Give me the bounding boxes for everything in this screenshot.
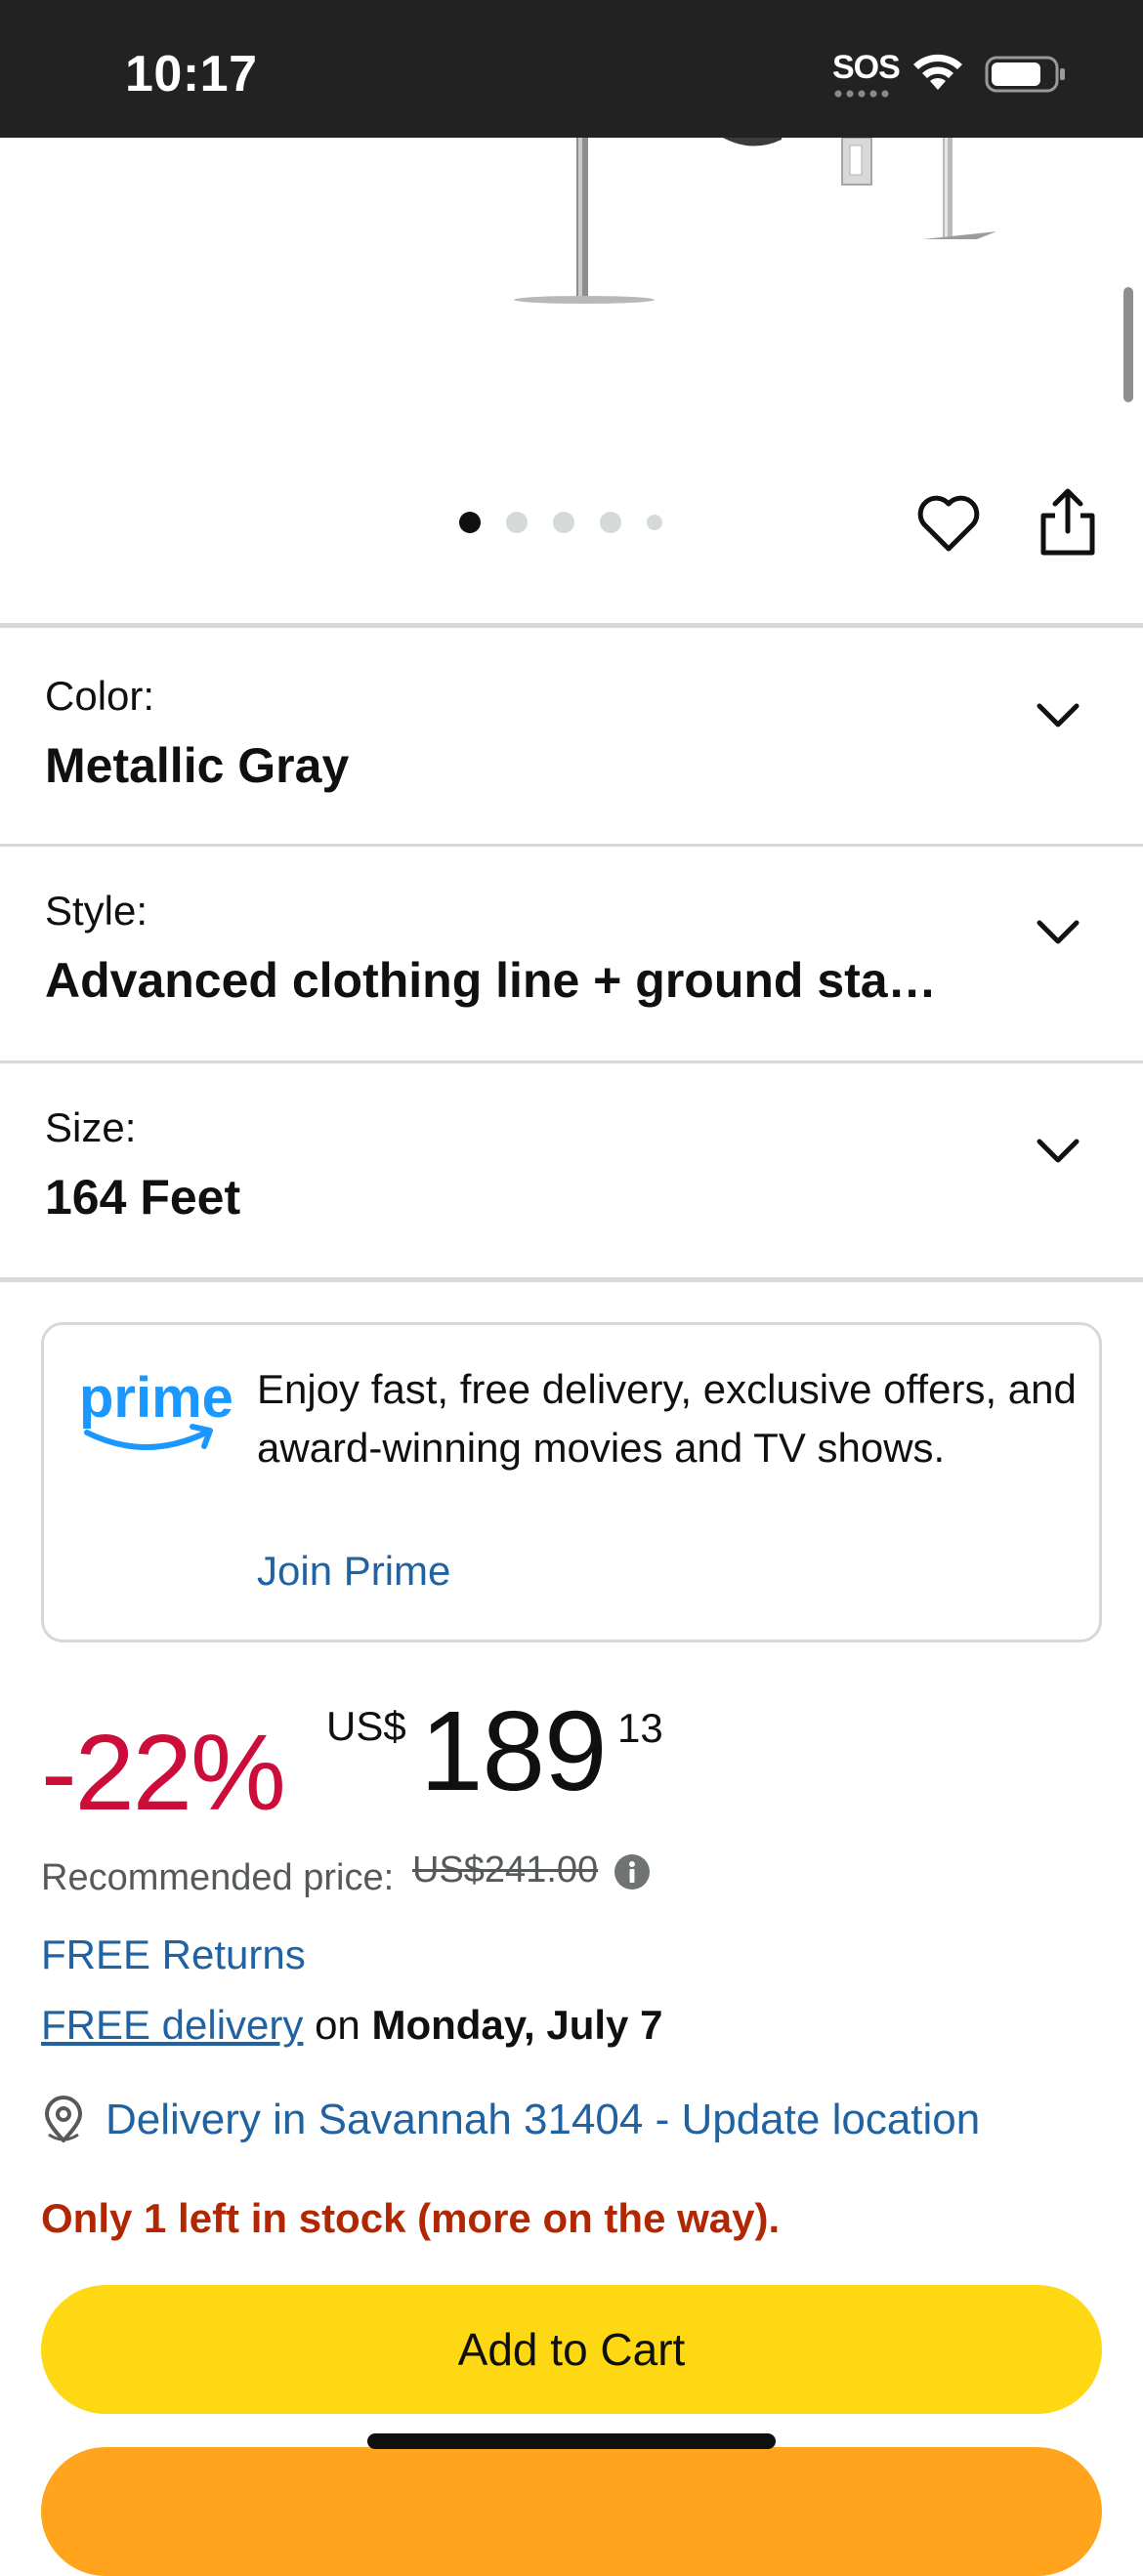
image-carousel-dots[interactable] [459,508,662,537]
carousel-dot[interactable] [647,515,662,530]
style-value: Advanced clothing line + ground sta… [45,953,937,1008]
color-label: Color: [45,673,155,719]
size-selector[interactable]: Size: 164 Feet [0,1063,1143,1278]
carousel-dot[interactable] [600,512,621,533]
carousel-dot[interactable] [553,512,574,533]
delivery-info: FREE delivery on Monday, July 7 [41,2002,662,2049]
prime-logo-text: prime [79,1366,233,1430]
discount-percentage: -22% [41,1713,286,1833]
status-time: 10:17 [125,46,258,103]
stock-status: Only 1 left in stock (more on the way). [41,2195,781,2241]
delivery-location-link[interactable]: Delivery in Savannah 31404 - Update loca… [106,2096,980,2144]
chevron-down-icon[interactable] [1034,1134,1082,1169]
product-image[interactable] [0,138,1143,431]
recommended-price-label: Recommended price: [41,1857,395,1898]
divider [0,1277,1143,1282]
recommended-price-value: US$241.00 [412,1849,599,1890]
carousel-dot[interactable] [459,512,481,533]
price-whole: 189 [420,1687,608,1814]
delivery-on-text: on [303,2002,372,2048]
heart-icon[interactable] [914,490,983,559]
product-photo [514,138,996,304]
prime-promo[interactable]: prime Enjoy fast, free delivery, exclusi… [41,1322,1102,1642]
share-icon[interactable] [1034,486,1102,559]
battery-icon [985,56,1065,93]
signal-dots [832,90,891,98]
info-icon[interactable] [614,1853,651,1890]
prime-description: Enjoy fast, free delivery, exclusive off… [257,1366,1077,1471]
color-selector[interactable]: Color: Metallic Gray [0,628,1143,843]
buy-now-button[interactable] [41,2447,1102,2576]
size-value: 164 Feet [45,1170,241,1225]
style-selector[interactable]: Style: Advanced clothing line + ground s… [0,847,1143,1061]
price-fraction: 13 [617,1705,663,1751]
delivery-date: Monday, July 7 [371,2002,663,2048]
prime-logo: prime [79,1366,233,1450]
price-currency: US$ [326,1703,406,1749]
location-pin-icon [45,2096,82,2142]
home-indicator[interactable] [367,2433,776,2449]
size-label: Size: [45,1104,137,1150]
scrollbar[interactable] [1123,287,1133,402]
free-returns-link[interactable]: FREE Returns [41,1932,306,1978]
sos-indicator: SOS [832,49,901,86]
chevron-down-icon[interactable] [1034,915,1082,950]
join-prime-link[interactable]: Join Prime [257,1548,450,1595]
free-delivery-link[interactable]: FREE delivery [41,2002,303,2048]
color-value: Metallic Gray [45,738,350,793]
status-bar: 10:17 SOS [0,0,1143,138]
style-label: Style: [45,888,148,934]
chevron-down-icon[interactable] [1034,698,1082,733]
carousel-dot[interactable] [506,512,528,533]
wifi-icon [913,54,962,90]
add-to-cart-button[interactable]: Add to Cart [41,2285,1102,2414]
